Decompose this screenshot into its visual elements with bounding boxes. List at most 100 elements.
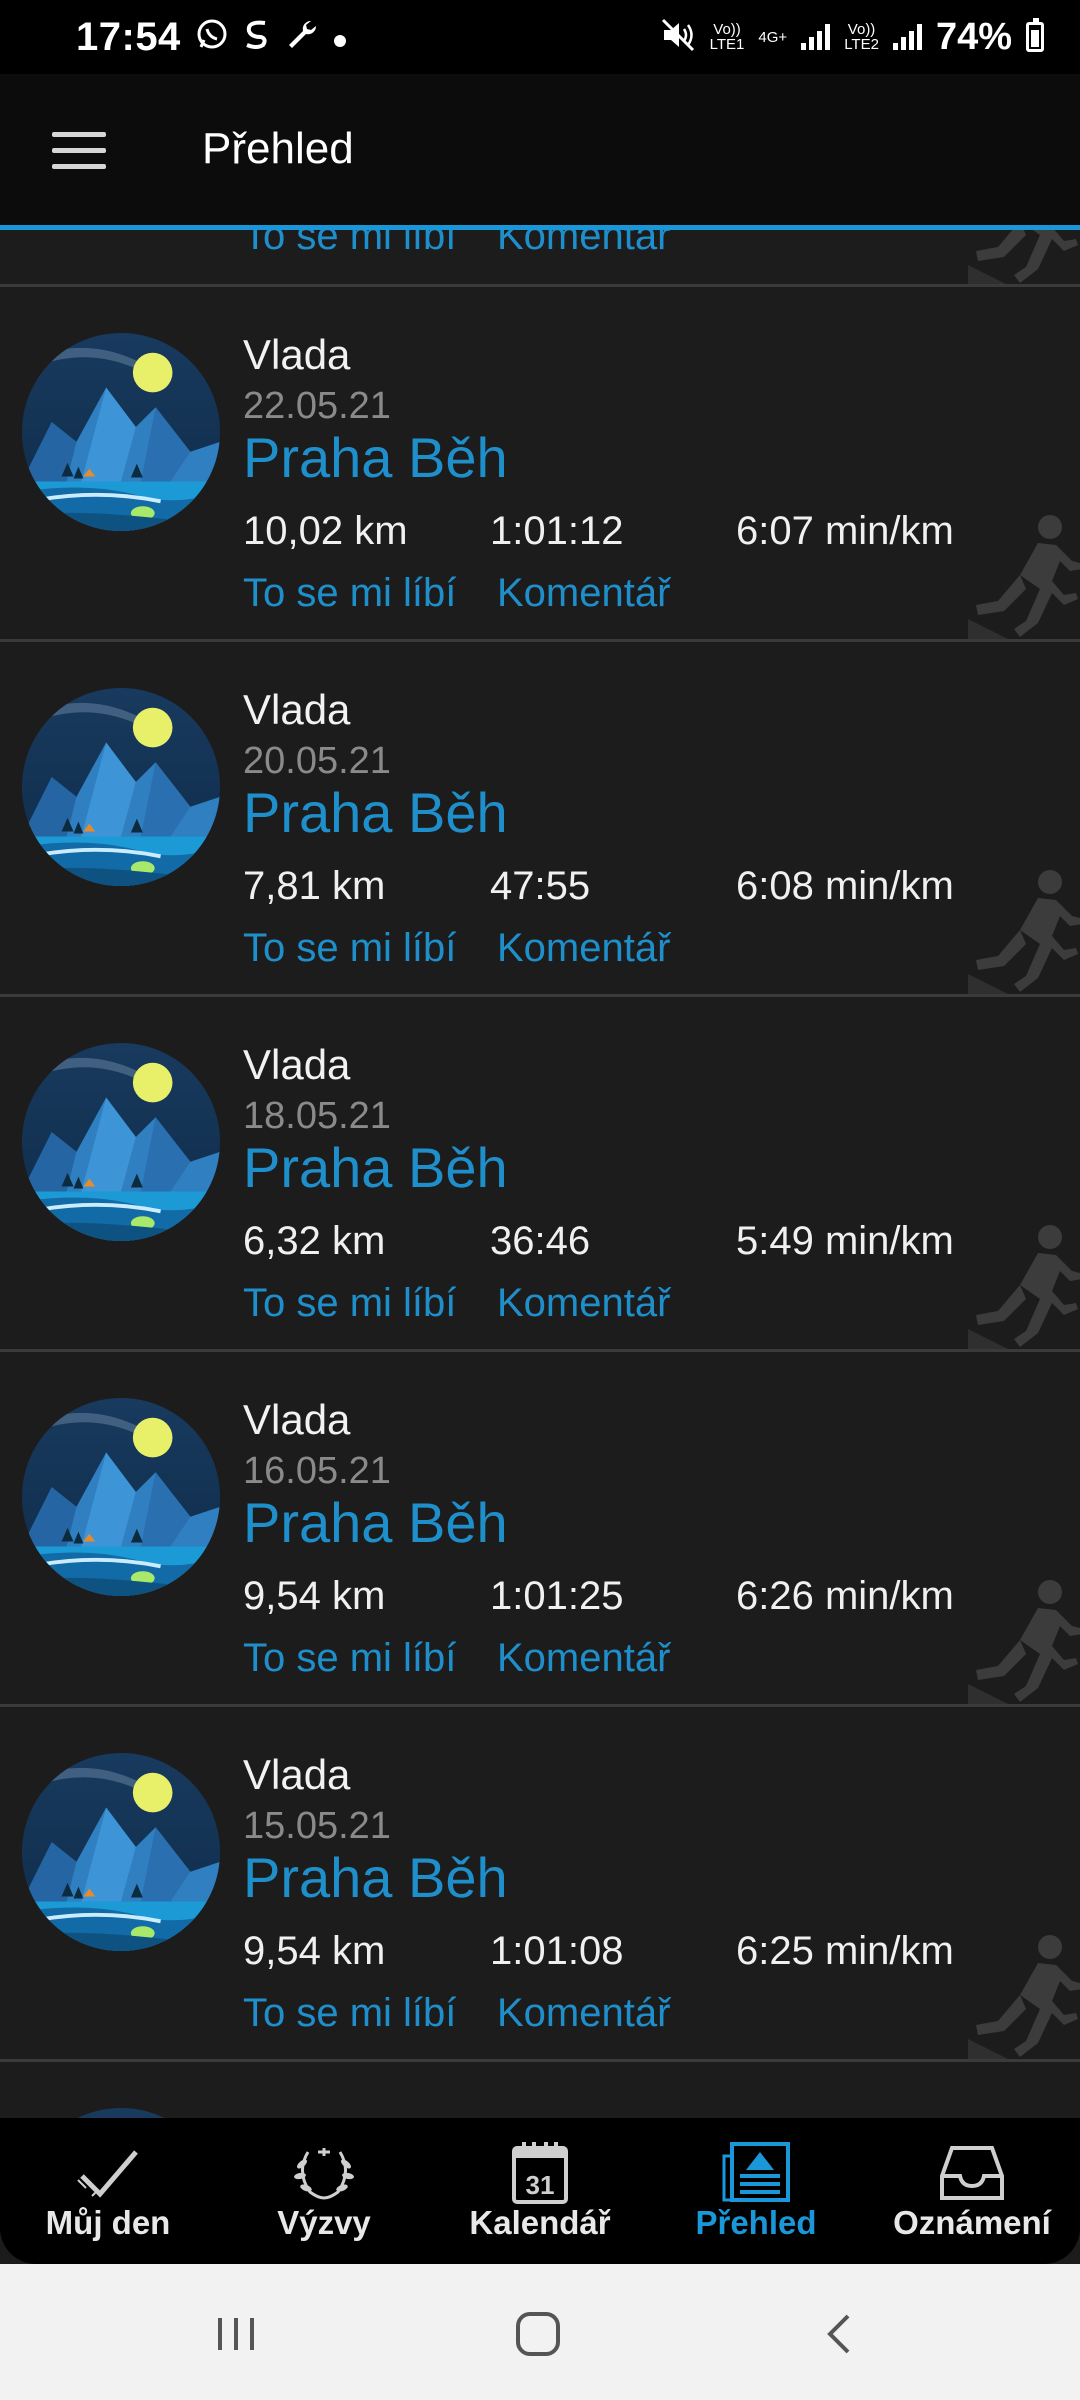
home-icon[interactable] <box>508 2304 568 2364</box>
activity-duration: 1:01:08 <box>490 1929 624 1973</box>
feed-item-partial <box>0 2062 1080 2118</box>
user-avatar[interactable] <box>22 1753 220 1951</box>
activity-title[interactable]: Praha Běh <box>243 1135 508 1200</box>
calendar-icon: 31 <box>512 2142 568 2204</box>
like-button[interactable]: To se mi líbí <box>243 571 456 616</box>
activity-pace: 6:07 min/km <box>736 509 954 553</box>
activity-distance: 10,02 km <box>243 509 408 553</box>
wrench-icon <box>285 17 319 57</box>
activity-duration: 47:55 <box>490 864 591 908</box>
user-name[interactable]: Vlada <box>243 1041 350 1089</box>
hamburger-menu-icon[interactable] <box>52 132 106 170</box>
activity-feed[interactable]: To se mi líbí Komentář Vlada 22.05.21 Pr… <box>0 230 1080 2118</box>
like-button[interactable]: To se mi líbí <box>243 1281 456 1326</box>
comment-button[interactable]: Komentář <box>497 1636 670 1681</box>
nav-label: Oznámení <box>893 2204 1051 2241</box>
nav-label: Kalendář <box>469 2204 611 2241</box>
nav-label: Přehled <box>695 2204 817 2241</box>
activity-pace: 6:25 min/km <box>736 1929 954 1973</box>
running-icon <box>968 870 1080 994</box>
running-icon <box>968 515 1080 639</box>
running-icon <box>968 1935 1080 2059</box>
user-name[interactable]: Vlada <box>243 686 350 734</box>
activity-date: 22.05.21 <box>243 385 391 427</box>
activity-date: 16.05.21 <box>243 1450 391 1492</box>
like-button[interactable]: To se mi líbí <box>243 1636 456 1681</box>
activity-date: 15.05.21 <box>243 1805 391 1847</box>
activity-distance: 6,32 km <box>243 1219 386 1263</box>
laurel-icon <box>294 2148 354 2200</box>
sim2-label: Vo)) LTE2 <box>844 21 879 53</box>
recents-icon[interactable] <box>206 2304 266 2364</box>
network-type: 4G+ <box>758 28 788 46</box>
activity-title[interactable]: Praha Běh <box>243 1845 508 1910</box>
feed-item[interactable]: Vlada 16.05.21 Praha Běh 9,54 km 1:01:25… <box>0 1352 1080 1707</box>
user-avatar <box>22 2108 220 2118</box>
running-icon <box>968 1225 1080 1349</box>
notification-dot-icon <box>333 20 347 54</box>
user-avatar[interactable] <box>22 333 220 531</box>
battery-percent: 74% <box>935 15 1012 58</box>
feed-item[interactable]: Vlada 22.05.21 Praha Běh 10,02 km 1:01:1… <box>0 287 1080 642</box>
nav-label: Můj den <box>45 2204 171 2241</box>
feed-item[interactable]: Vlada 20.05.21 Praha Běh 7,81 km 47:55 6… <box>0 642 1080 997</box>
nav-notifications[interactable]: Oznámení <box>864 2118 1080 2264</box>
activity-date: 20.05.21 <box>243 740 391 782</box>
activity-pace: 6:26 min/km <box>736 1574 954 1618</box>
inbox-icon <box>940 2146 1004 2200</box>
nav-my-day[interactable]: Můj den <box>0 2118 216 2264</box>
signal-sim1-icon <box>801 24 831 50</box>
nav-overview[interactable]: Přehled <box>648 2118 864 2264</box>
running-icon <box>968 230 1080 284</box>
calendar-day: 31 <box>526 2170 555 2200</box>
newsfeed-icon <box>722 2142 790 2202</box>
user-avatar[interactable] <box>22 1043 220 1241</box>
nav-challenges[interactable]: Výzvy <box>216 2118 432 2264</box>
comment-button[interactable]: Komentář <box>497 1991 670 2036</box>
activity-title[interactable]: Praha Běh <box>243 425 508 490</box>
feed-item-partial: To se mi líbí Komentář <box>0 230 1080 287</box>
running-icon <box>968 1580 1080 1704</box>
comment-button[interactable]: Komentář <box>497 926 670 971</box>
activity-date: 18.05.21 <box>243 1095 391 1137</box>
user-avatar[interactable] <box>22 1398 220 1596</box>
comment-button[interactable]: Komentář <box>497 230 670 259</box>
app-bar: Přehled <box>0 74 1080 230</box>
mute-icon <box>660 17 696 58</box>
nav-label: Výzvy <box>277 2204 371 2241</box>
status-time: 17:54 <box>76 14 181 59</box>
sim1-label: Vo)) LTE1 <box>709 21 745 53</box>
activity-title[interactable]: Praha Běh <box>243 780 508 845</box>
activity-distance: 7,81 km <box>243 864 386 908</box>
signal-sim2-icon <box>892 24 922 50</box>
check-icon <box>77 2150 138 2198</box>
user-name[interactable]: Vlada <box>243 331 350 379</box>
user-name[interactable]: Vlada <box>243 1396 350 1444</box>
feed-item[interactable]: Vlada 15.05.21 Praha Běh 9,54 km 1:01:08… <box>0 1707 1080 2062</box>
status-bar: 17:54 Vo)) LTE1 4G+ Vo)) LTE2 74% <box>0 0 1080 74</box>
comment-button[interactable]: Komentář <box>497 571 670 616</box>
user-name[interactable]: Vlada <box>243 1751 350 1799</box>
activity-distance: 9,54 km <box>243 1929 386 1973</box>
like-button[interactable]: To se mi líbí <box>243 1991 456 2036</box>
whatsapp-icon <box>195 17 229 57</box>
activity-duration: 36:46 <box>490 1219 591 1263</box>
like-button[interactable]: To se mi líbí <box>243 926 456 971</box>
strava-icon <box>243 17 271 57</box>
activity-title[interactable]: Praha Běh <box>243 1490 508 1555</box>
user-avatar[interactable] <box>22 688 220 886</box>
comment-button[interactable]: Komentář <box>497 1281 670 1326</box>
battery-icon <box>1026 18 1044 52</box>
activity-distance: 9,54 km <box>243 1574 386 1618</box>
system-navigation-bar <box>0 2264 1080 2400</box>
feed-item[interactable]: Vlada 18.05.21 Praha Běh 6,32 km 36:46 5… <box>0 997 1080 1352</box>
page-title: Přehled <box>202 124 354 173</box>
nav-calendar[interactable]: 31 Kalendář <box>432 2118 648 2264</box>
activity-duration: 1:01:12 <box>490 509 624 553</box>
activity-pace: 6:08 min/km <box>736 864 954 908</box>
bottom-navigation: Můj den Výzvy 31 Kalendář Přehled Oznáme… <box>0 2118 1080 2264</box>
activity-pace: 5:49 min/km <box>736 1219 954 1263</box>
like-button[interactable]: To se mi líbí <box>243 230 456 259</box>
activity-duration: 1:01:25 <box>490 1574 624 1618</box>
back-icon[interactable] <box>810 2304 870 2364</box>
